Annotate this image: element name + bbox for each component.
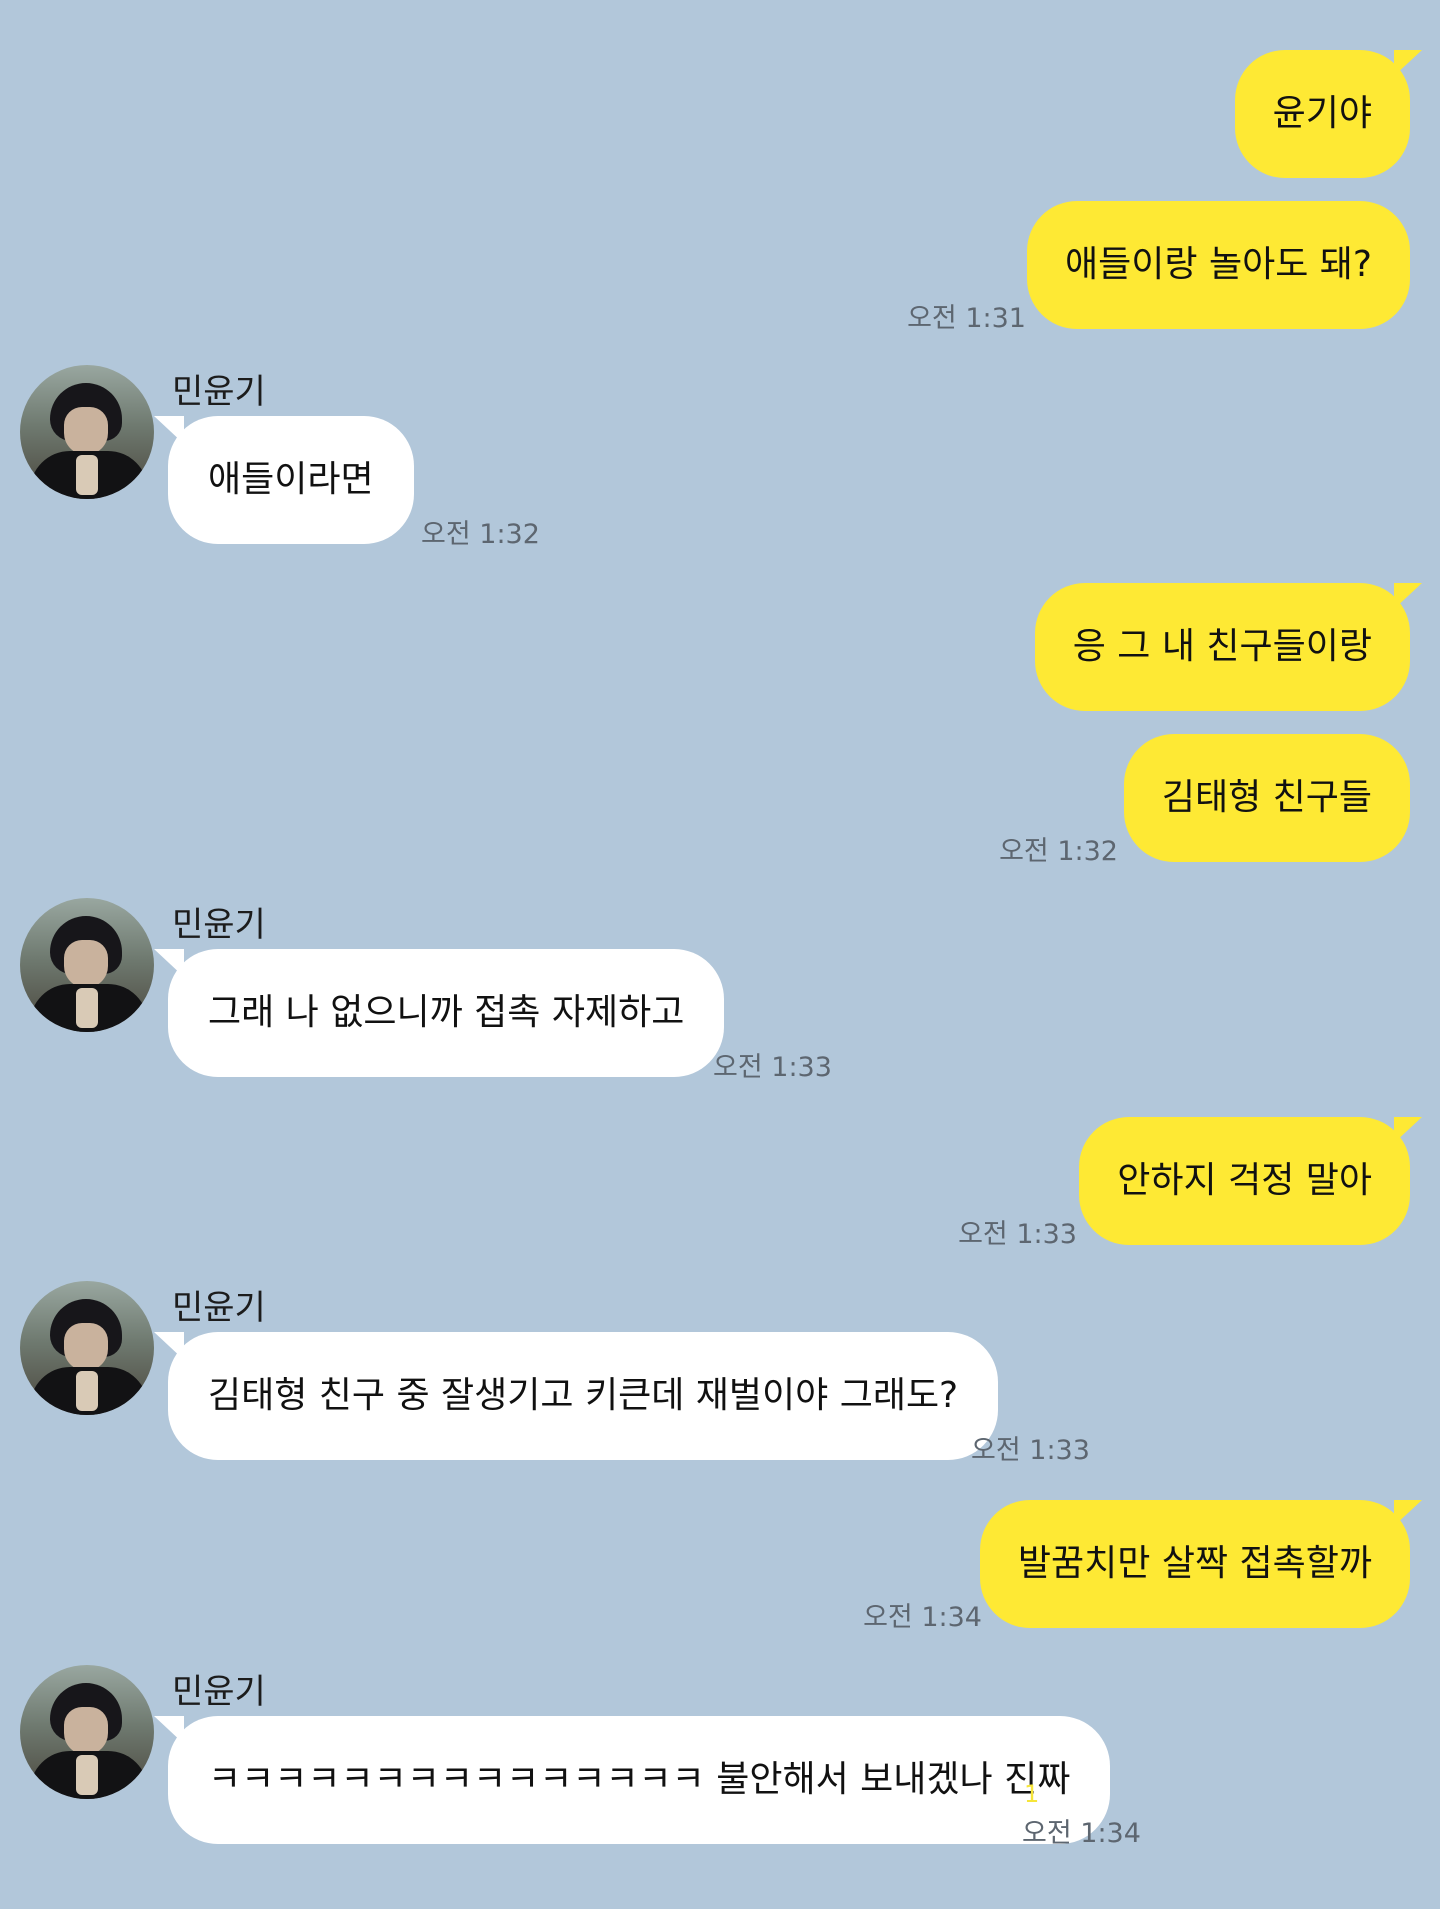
avatar-profile-photo[interactable]	[20, 1281, 154, 1415]
message-text: 김태형 친구들	[1161, 777, 1372, 818]
message-text: 김태형 친구 중 잘생기고 키큰데 재벌이야 그래도?	[208, 1375, 959, 1416]
message-timestamp: 오전 1:33	[713, 1052, 832, 1083]
message-timestamp: 오전 1:34	[1022, 1818, 1141, 1849]
avatar-profile-photo[interactable]	[20, 365, 154, 499]
my-message-bubble[interactable]: 윤기야	[1234, 50, 1423, 178]
my-message-bubble[interactable]: 발꿈치만 살짝 접촉할까	[979, 1500, 1423, 1628]
unread-count-badge: 1	[1024, 1780, 1040, 1808]
avatar-profile-photo[interactable]	[20, 898, 154, 1032]
message-timestamp: 오전 1:34	[863, 1602, 982, 1633]
message-text: 애들이랑 놀아도 돼?	[1065, 244, 1372, 285]
my-message-bubble[interactable]: 응 그 내 친구들이랑	[1034, 583, 1423, 711]
message-text: 윤기야	[1272, 93, 1372, 134]
their-message-bubble[interactable]: 김태형 친구 중 잘생기고 키큰데 재벌이야 그래도?	[153, 1332, 999, 1460]
message-timestamp: 오전 1:31	[907, 303, 1026, 334]
my-message-bubble[interactable]: 애들이랑 놀아도 돼?	[1027, 201, 1410, 329]
message-text: 발꿈치만 살짝 접촉할까	[1017, 1543, 1372, 1584]
message-timestamp: 오전 1:33	[971, 1435, 1090, 1466]
my-message-bubble[interactable]: 김태형 친구들	[1123, 734, 1410, 862]
message-text: ㅋㅋㅋㅋㅋㅋㅋㅋㅋㅋㅋㅋㅋㅋㅋ 불안해서 보내겠나 진짜	[208, 1759, 1071, 1800]
their-message-bubble[interactable]: 애들이라면	[154, 416, 414, 544]
sender-name: 민윤기	[172, 372, 266, 412]
message-text: 그래 나 없으니까 접촉 자제하고	[208, 992, 685, 1033]
message-timestamp: 오전 1:32	[421, 519, 540, 550]
avatar-profile-photo[interactable]	[20, 1665, 154, 1799]
message-text: 안하지 걱정 말아	[1117, 1160, 1372, 1201]
my-message-bubble[interactable]: 안하지 걱정 말아	[1079, 1117, 1422, 1245]
their-message-bubble[interactable]: ㅋㅋㅋㅋㅋㅋㅋㅋㅋㅋㅋㅋㅋㅋㅋ 불안해서 보내겠나 진짜	[153, 1716, 1111, 1844]
message-text: 응 그 내 친구들이랑	[1072, 626, 1372, 667]
their-message-bubble[interactable]: 그래 나 없으니까 접촉 자제하고	[153, 949, 725, 1077]
sender-name: 민윤기	[172, 905, 266, 945]
message-text: 애들이라면	[208, 459, 374, 500]
sender-name: 민윤기	[172, 1672, 266, 1712]
message-timestamp: 오전 1:33	[958, 1219, 1077, 1250]
sender-name: 민윤기	[172, 1288, 266, 1328]
message-timestamp: 오전 1:32	[999, 836, 1118, 867]
